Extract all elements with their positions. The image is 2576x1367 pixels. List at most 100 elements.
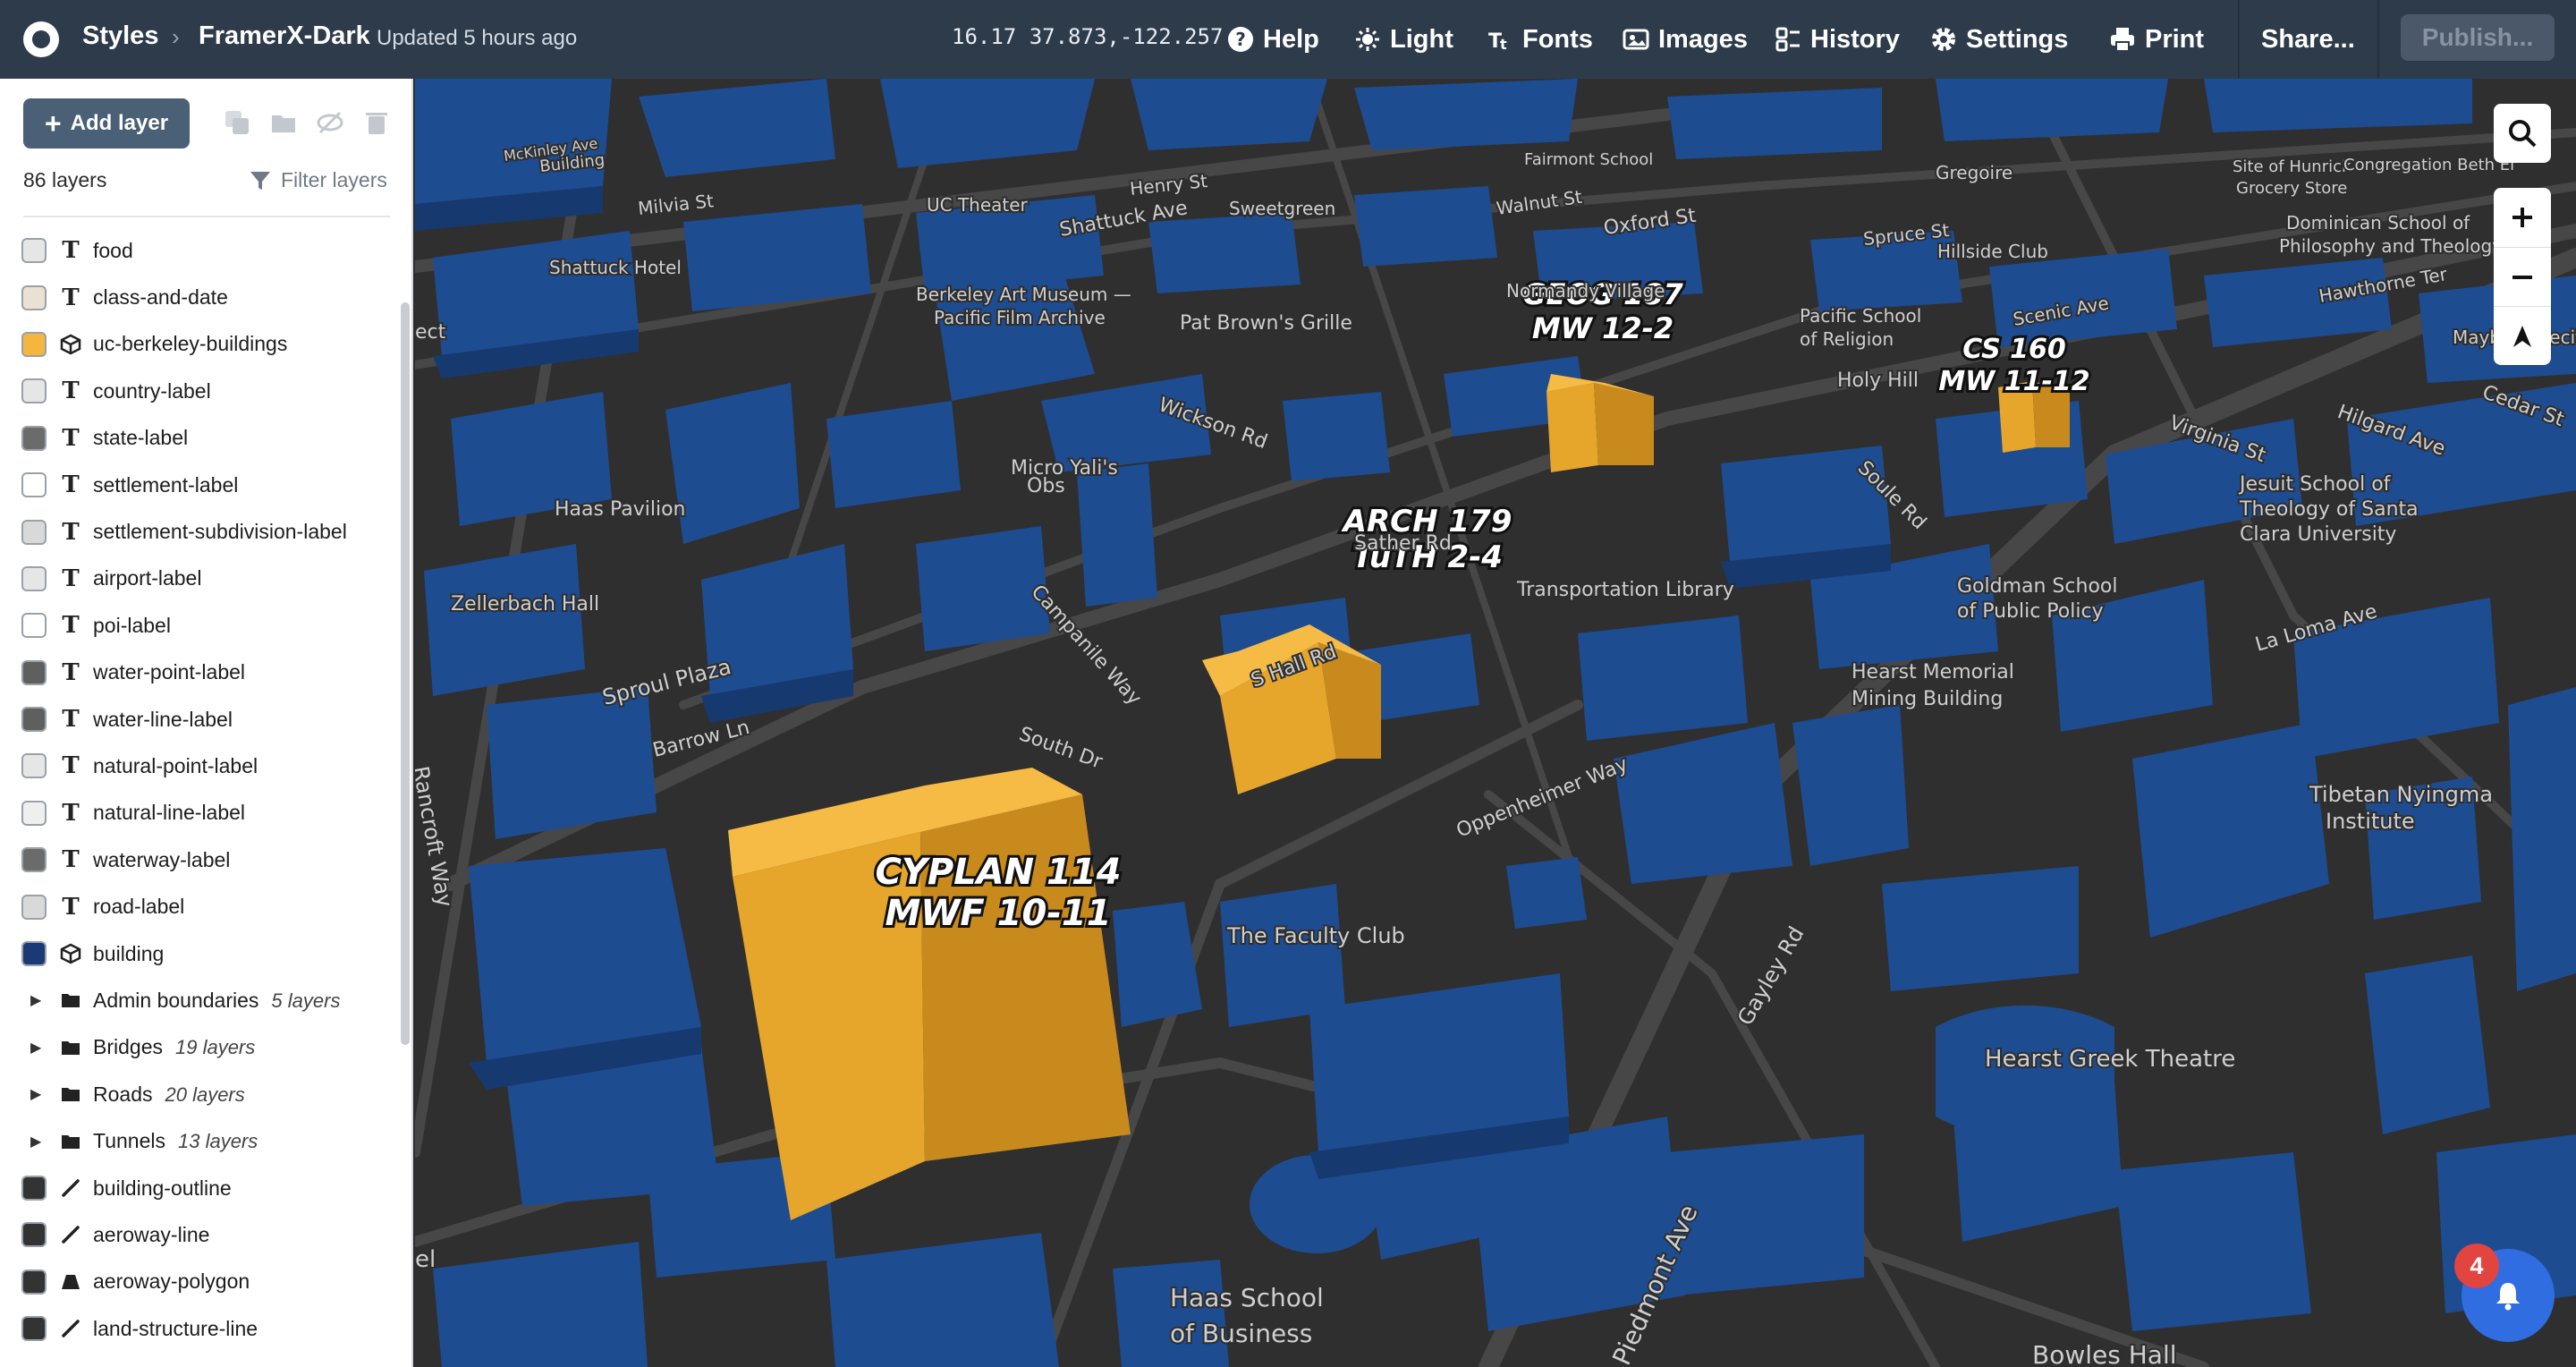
map-label: Goldman School (1957, 575, 2117, 598)
layer-swatch[interactable] (21, 659, 47, 685)
search-button[interactable] (2494, 104, 2551, 163)
layer-item[interactable]: aeroway-polygon (0, 1259, 401, 1305)
layer-item[interactable]: Tpoi-label (0, 602, 401, 649)
layer-item[interactable]: aeroway-line (0, 1211, 401, 1258)
layer-item[interactable]: land-structure-line (0, 1305, 401, 1352)
print-button[interactable]: Print (2109, 20, 2204, 59)
layer-type-icon: T (62, 799, 80, 827)
zoom-out-icon[interactable] (2494, 247, 2551, 306)
layer-swatch[interactable] (21, 1316, 47, 1342)
layer-swatch[interactable] (21, 1269, 47, 1295)
layer-item[interactable]: Tnatural-point-label (0, 743, 401, 789)
map-view[interactable]: GEOG 187MW 12-2CS 160MW 11-12ARCH 179TuT… (415, 79, 2576, 1367)
caret-right-icon[interactable]: ▶ (30, 1085, 41, 1103)
map-label: Normandy Village (1506, 280, 1665, 301)
layer-item[interactable]: Twater-point-label (0, 650, 401, 696)
layer-name: class-and-date (93, 285, 228, 310)
layer-swatch[interactable] (21, 753, 47, 779)
map-label: Grocery Store (2236, 179, 2347, 198)
layer-item[interactable]: Tsettlement-label (0, 462, 401, 508)
layer-item[interactable]: Twaterway-label (0, 836, 401, 883)
layer-item[interactable]: Tsettlement-subdivision-label (0, 508, 401, 555)
layer-type-icon (59, 1176, 82, 1200)
duplicate-icon[interactable] (224, 109, 250, 136)
layer-item[interactable]: Twater-line-label (0, 696, 401, 743)
layer-item[interactable]: Tairport-label (0, 556, 401, 602)
toolbar-divider (2377, 0, 2379, 79)
light-button[interactable]: Light (1354, 20, 1453, 59)
layer-type-icon: T (62, 893, 80, 921)
class-time-label: MW 12-2 (1532, 311, 1674, 345)
style-name[interactable]: FramerX-Dark (199, 21, 370, 51)
layer-swatch[interactable] (21, 238, 47, 264)
layer-swatch[interactable] (21, 519, 47, 545)
layer-item[interactable]: Tnatural-line-label (0, 790, 401, 836)
layer-swatch[interactable] (21, 378, 47, 404)
images-button[interactable]: Images (1623, 20, 1748, 59)
layer-group[interactable]: ▶ Bridges 19 layers (0, 1024, 401, 1071)
layer-item[interactable]: Tfood (0, 227, 401, 274)
caret-right-icon[interactable]: ▶ (30, 1039, 41, 1057)
layer-swatch[interactable] (21, 707, 47, 733)
map-label: Hearst Memorial (1852, 661, 2014, 684)
zoom-in-icon[interactable] (2494, 188, 2551, 247)
layer-swatch[interactable] (21, 894, 47, 920)
layer-group-label: Bridges 19 layers (93, 1035, 256, 1059)
map-canvas[interactable]: GEOG 187 MW 12-2 CS 160 MW 11-12 ARCH 179 TuT… (415, 79, 2576, 1367)
layer-swatch[interactable] (21, 472, 47, 498)
layer-item[interactable]: uc-berkeley-buildings (0, 321, 401, 368)
map-label: Congregation Beth El (2343, 156, 2514, 174)
layer-count: 86 layers (23, 168, 107, 191)
layer-item[interactable]: building-outline (0, 1165, 401, 1211)
layer-group[interactable]: ▶ Tunnels 13 layers (0, 1117, 401, 1164)
layer-swatch[interactable] (21, 847, 47, 873)
layer-swatch[interactable] (21, 1222, 47, 1248)
caret-right-icon[interactable]: ▶ (30, 1133, 41, 1150)
fonts-icon: Tt (1487, 26, 1513, 53)
logo-icon[interactable] (23, 21, 59, 57)
filter-layers-button[interactable]: Filter layers (249, 168, 387, 192)
add-layer-button[interactable]: + Add layer (23, 98, 190, 149)
map-label: Jesuit School of (2238, 473, 2392, 496)
breadcrumb-styles[interactable]: Styles (82, 21, 158, 51)
layer-group-label: Admin boundaries 5 layers (93, 988, 341, 1012)
layer-name: natural-point-label (93, 753, 258, 777)
map-label: Obs (1027, 475, 1065, 497)
folder-icon[interactable] (270, 109, 297, 136)
filter-label: Filter layers (281, 168, 387, 191)
layer-group[interactable]: ▶ Roads 20 layers (0, 1071, 401, 1117)
compass-icon[interactable] (2494, 306, 2551, 365)
share-button[interactable]: Share... (2261, 20, 2355, 59)
map-label: Hillside Club (1937, 241, 2048, 262)
caret-right-icon[interactable]: ▶ (30, 991, 41, 1009)
layer-item[interactable]: Tstate-label (0, 415, 401, 462)
trash-icon[interactable] (363, 109, 390, 136)
layer-swatch[interactable] (21, 800, 47, 826)
layer-type-icon (59, 1223, 82, 1246)
layer-swatch[interactable] (21, 331, 47, 357)
layer-type-icon: T (62, 424, 80, 452)
help-button[interactable]: ? Help (1227, 20, 1319, 59)
layer-swatch[interactable] (21, 613, 47, 639)
publish-button[interactable]: Publish... (2401, 14, 2555, 61)
layer-swatch[interactable] (21, 1176, 47, 1201)
layer-item[interactable]: Troad-label (0, 883, 401, 930)
settings-button[interactable]: Settings (1930, 20, 2068, 59)
map-label: Berkeley Art Museum — (916, 284, 1131, 305)
sidebar-scrollbar[interactable] (401, 302, 410, 1045)
layer-group[interactable]: ▶ Admin boundaries 5 layers (0, 977, 401, 1023)
map-label: Bowles Hall (2032, 1340, 2177, 1367)
history-button[interactable]: History (1775, 20, 1900, 59)
layer-swatch[interactable] (21, 941, 47, 967)
layer-item[interactable]: Tcountry-label (0, 368, 401, 414)
map-label: Hearst Greek Theatre (1985, 1046, 2235, 1073)
hide-icon[interactable] (317, 109, 343, 136)
search-icon (2494, 104, 2551, 163)
layer-swatch[interactable] (21, 425, 47, 451)
layer-swatch[interactable] (21, 565, 47, 591)
layer-item[interactable]: Tclass-and-date (0, 274, 401, 320)
layer-item[interactable]: building (0, 930, 401, 977)
layer-name: uc-berkeley-buildings (93, 332, 288, 356)
layer-swatch[interactable] (21, 284, 47, 310)
fonts-button[interactable]: Tt Fonts (1487, 20, 1593, 59)
